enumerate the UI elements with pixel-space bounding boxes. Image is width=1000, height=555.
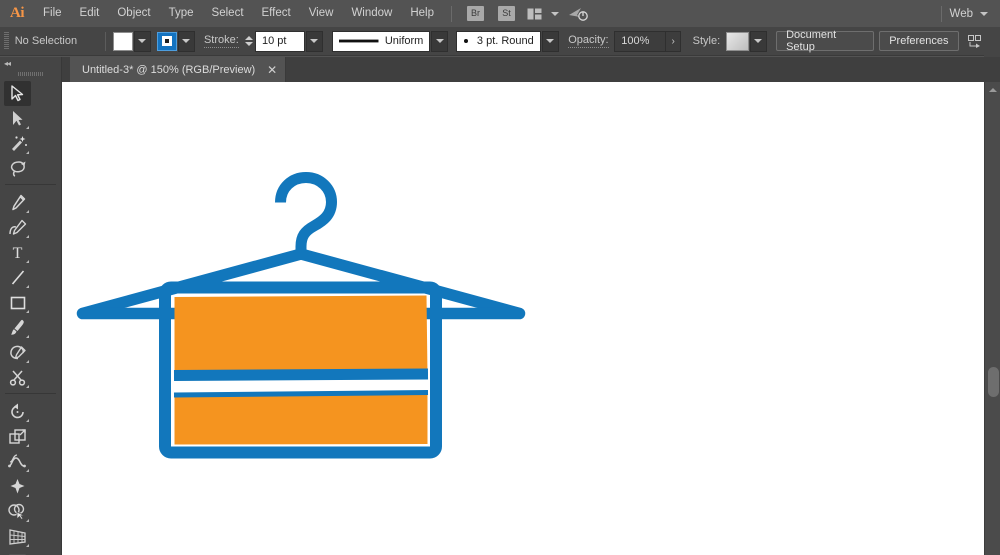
pen-tool[interactable] [4, 190, 31, 215]
round-brush-icon [463, 38, 469, 44]
brush-definition-label: 3 pt. Round [477, 35, 534, 47]
menu-select[interactable]: Select [203, 0, 253, 27]
close-icon[interactable]: ✕ [267, 64, 277, 76]
menu-help[interactable]: Help [401, 0, 443, 27]
right-dock-strip [984, 27, 1000, 57]
vertical-scroll-thumb[interactable] [988, 367, 999, 397]
menu-window[interactable]: Window [342, 0, 401, 27]
arrange-chevron-down-icon[interactable] [551, 12, 559, 16]
stroke-weight-stepper[interactable] [245, 31, 254, 52]
preferences-button[interactable]: Preferences [879, 31, 958, 51]
workspace-chevron-down-icon[interactable] [980, 12, 988, 16]
scroll-up-arrow-icon[interactable] [989, 88, 997, 92]
control-divider-1 [105, 32, 106, 51]
lasso-tool[interactable] [4, 156, 31, 181]
tools-panel-header: ◂◂ [0, 57, 61, 69]
style-chevron-down-icon[interactable] [750, 31, 767, 52]
document-tab[interactable]: Untitled-3* @ 150% (RGB/Preview) ✕ [70, 57, 286, 82]
menu-file[interactable]: File [34, 0, 71, 27]
mesh-tool[interactable] [4, 549, 31, 555]
tool-divider-1 [5, 184, 56, 185]
illustrator-window: Ai File Edit Object Type Select Effect V… [0, 0, 1000, 555]
document-canvas[interactable] [62, 82, 984, 555]
opacity-label[interactable]: Opacity: [568, 34, 608, 48]
stroke-profile-input[interactable]: Uniform [332, 31, 430, 52]
scissors-tool[interactable] [4, 365, 31, 390]
line-segment-tool[interactable] [4, 265, 31, 290]
stroke-profile-chevron-down-icon[interactable] [431, 31, 448, 52]
stroke-weight-chevron-down-icon[interactable] [306, 31, 323, 52]
vertical-scrollbar[interactable] [984, 82, 1000, 555]
stroke-color-swatch[interactable] [157, 32, 177, 51]
menu-effect[interactable]: Effect [253, 0, 300, 27]
menubar-right-group: Web [933, 6, 1000, 22]
sync-settings-icon[interactable] [568, 6, 588, 21]
menu-object[interactable]: Object [108, 0, 159, 27]
control-bar-grip[interactable] [4, 32, 9, 50]
workspace-switcher[interactable]: Web [950, 8, 976, 20]
graphic-style-swatch[interactable] [726, 32, 749, 51]
tools-panel-grip[interactable] [0, 69, 61, 79]
workspace-divider [941, 6, 942, 22]
collapse-panel-icon[interactable]: ◂◂ [4, 59, 10, 68]
document-setup-button[interactable]: Document Setup [776, 31, 873, 51]
selection-status-label: No Selection [15, 35, 98, 47]
shaper-tool[interactable] [4, 340, 31, 365]
uniform-profile-icon [339, 38, 378, 44]
paintbrush-tool[interactable] [4, 315, 31, 340]
rectangle-tool[interactable] [4, 290, 31, 315]
fill-color-swatch[interactable] [113, 32, 133, 51]
opacity-input[interactable]: 100% [614, 31, 666, 52]
svg-text:T: T [13, 245, 23, 261]
tool-group-transform [0, 397, 61, 555]
tool-divider-2 [5, 393, 56, 394]
control-bar: No Selection Stroke: 10 pt Uniform [0, 27, 1000, 56]
menu-bar: Ai File Edit Object Type Select Effect V… [0, 0, 1000, 27]
stroke-weight-input[interactable]: 10 pt [255, 31, 305, 52]
menu-type[interactable]: Type [160, 0, 203, 27]
brush-chevron-down-icon[interactable] [542, 31, 559, 52]
brush-definition-input[interactable]: 3 pt. Round [456, 31, 541, 52]
curvature-tool[interactable] [4, 215, 31, 240]
bridge-button[interactable]: Br [467, 6, 484, 21]
stroke-profile-label: Uniform [385, 35, 424, 47]
tool-group-drawing: T [0, 188, 61, 390]
hanger-artwork[interactable] [62, 82, 984, 555]
free-transform-tool[interactable] [4, 474, 31, 499]
type-tool[interactable]: T [4, 240, 31, 265]
app-logo-icon: Ai [0, 0, 34, 27]
width-tool[interactable] [4, 449, 31, 474]
tools-panel: ◂◂ [0, 57, 62, 555]
stroke-weight-label[interactable]: Stroke: [204, 34, 239, 48]
stroke-chevron-down-icon[interactable] [178, 31, 195, 52]
opacity-panel-arrow[interactable]: › [666, 31, 681, 52]
scale-tool[interactable] [4, 424, 31, 449]
perspective-grid-tool[interactable] [4, 524, 31, 549]
rotate-tool[interactable] [4, 399, 31, 424]
selection-tool[interactable] [4, 81, 31, 106]
shape-builder-tool[interactable] [4, 499, 31, 524]
magic-wand-tool[interactable] [4, 131, 31, 156]
direct-selection-tool[interactable] [4, 106, 31, 131]
fill-chevron-down-icon[interactable] [134, 31, 151, 52]
style-label: Style: [693, 35, 721, 47]
menu-divider [451, 6, 452, 22]
document-tab-bar: Untitled-3* @ 150% (RGB/Preview) ✕ [62, 57, 1000, 82]
tool-group-selection [0, 79, 61, 181]
align-to-key-object-icon[interactable] [968, 34, 984, 48]
arrange-documents-icon[interactable] [527, 8, 542, 20]
menu-edit[interactable]: Edit [71, 0, 109, 27]
stock-button[interactable]: St [498, 6, 515, 21]
document-tab-title: Untitled-3* @ 150% (RGB/Preview) [82, 64, 255, 76]
menu-view[interactable]: View [300, 0, 343, 27]
